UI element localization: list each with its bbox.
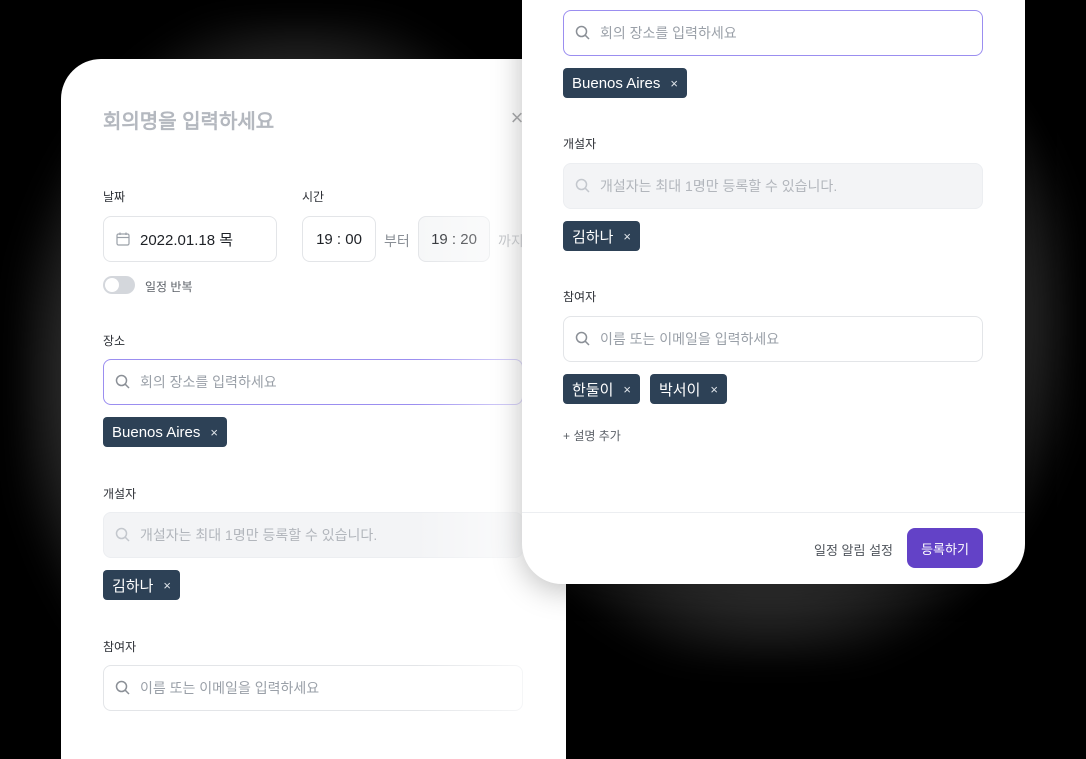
location-input[interactable]: 회의 장소를 입력하세요	[563, 10, 983, 56]
meeting-form-back: 회의명을 입력하세요 × 날짜 2022.01.18 목 시간 19 : 00 …	[61, 59, 566, 759]
host-chip: 김하나 ×	[103, 570, 180, 600]
host-label: 개설자	[563, 137, 597, 151]
add-description-button[interactable]: + 설명 추가	[563, 427, 621, 444]
remove-chip-icon[interactable]: ×	[670, 76, 678, 91]
search-icon	[115, 374, 130, 389]
participant-placeholder: 이름 또는 이메일을 입력하세요	[140, 680, 320, 696]
location-label: 장소	[103, 334, 126, 348]
start-time-value: 19 : 00	[316, 230, 362, 248]
end-time-value: 19 : 20	[431, 230, 477, 248]
date-label: 날짜	[103, 190, 126, 204]
participant-input[interactable]: 이름 또는 이메일을 입력하세요	[563, 316, 983, 362]
remove-chip-icon[interactable]: ×	[710, 382, 718, 397]
chip-label: 한둘이	[572, 381, 614, 399]
search-icon	[115, 680, 130, 695]
host-input[interactable]: 개설자는 최대 1명만 등록할 수 있습니다.	[103, 512, 523, 558]
toggle-knob	[105, 278, 119, 292]
chip-label: 김하나	[112, 577, 154, 595]
search-icon	[115, 527, 130, 542]
chip-label: 박서이	[659, 381, 701, 399]
participant-label: 참여자	[103, 640, 137, 654]
participant-placeholder: 이름 또는 이메일을 입력하세요	[600, 331, 780, 347]
remove-chip-icon[interactable]: ×	[623, 382, 631, 397]
remove-chip-icon[interactable]: ×	[623, 229, 631, 244]
date-value: 2022.01.18 목	[140, 231, 234, 249]
repeat-label: 일정 반복	[145, 280, 193, 294]
search-icon	[575, 331, 590, 346]
location-input[interactable]: 회의 장소를 입력하세요	[103, 359, 523, 405]
search-icon	[575, 178, 590, 193]
participant-input[interactable]: 이름 또는 이메일을 입력하세요	[103, 665, 523, 711]
host-input[interactable]: 개설자는 최대 1명만 등록할 수 있습니다.	[563, 163, 983, 209]
location-chip: Buenos Aires ×	[103, 417, 227, 447]
remove-chip-icon[interactable]: ×	[210, 425, 218, 440]
participant-chip: 박서이 ×	[650, 374, 727, 404]
fade-overlay	[61, 59, 566, 759]
host-placeholder: 개설자는 최대 1명만 등록할 수 있습니다.	[600, 178, 838, 194]
from-text: 부터	[384, 233, 410, 249]
meeting-form-front: 회의 장소를 입력하세요 Buenos Aires × 개설자 개설자는 최대 …	[522, 0, 1025, 584]
chip-label: Buenos Aires	[572, 74, 661, 92]
date-picker[interactable]: 2022.01.18 목	[103, 216, 277, 262]
start-time-field[interactable]: 19 : 00	[302, 216, 376, 262]
host-placeholder: 개설자는 최대 1명만 등록할 수 있습니다.	[140, 527, 378, 543]
end-time-field[interactable]: 19 : 20	[418, 216, 490, 262]
participant-chip: 한둘이 ×	[563, 374, 640, 404]
search-icon	[575, 25, 590, 40]
location-placeholder: 회의 장소를 입력하세요	[600, 25, 737, 41]
footer-divider	[522, 512, 1025, 513]
submit-button[interactable]: 등록하기	[907, 528, 983, 568]
until-text: 까지	[498, 233, 524, 249]
location-placeholder: 회의 장소를 입력하세요	[140, 374, 277, 390]
chip-label: 김하나	[572, 228, 614, 246]
host-label: 개설자	[103, 487, 137, 501]
time-label: 시간	[302, 190, 325, 204]
remove-chip-icon[interactable]: ×	[163, 578, 171, 593]
participant-label: 참여자	[563, 290, 597, 304]
location-chip: Buenos Aires ×	[563, 68, 687, 98]
meeting-title-input[interactable]: 회의명을 입력하세요	[103, 105, 274, 134]
repeat-toggle[interactable]	[103, 276, 135, 294]
host-chip: 김하나 ×	[563, 221, 640, 251]
calendar-icon	[116, 232, 130, 246]
chip-label: Buenos Aires	[112, 423, 201, 441]
notification-settings-button[interactable]: 일정 알림 설정	[814, 540, 893, 559]
